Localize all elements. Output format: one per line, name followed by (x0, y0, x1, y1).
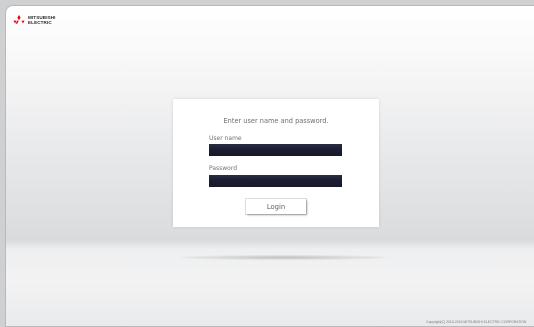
brand-wordmark: MITSUBISHI ELECTRIC (28, 15, 56, 25)
login-instruction: Enter user name and password. (223, 117, 329, 125)
brand-line-2: ELECTRIC (28, 20, 52, 25)
three-diamond-logo-icon (13, 15, 25, 24)
panel-floor-shadow (181, 255, 386, 260)
password-input[interactable] (209, 175, 342, 187)
username-input[interactable] (209, 144, 342, 156)
username-label: User name (209, 135, 242, 142)
brand-logo: MITSUBISHI ELECTRIC (13, 15, 56, 25)
copyright-text: Copyright(C) 2015-2019 MITSUBISHI ELECTR… (426, 320, 527, 324)
login-panel: Enter user name and password. User name … (173, 99, 379, 227)
login-button[interactable]: Login (246, 199, 306, 214)
password-label: Password (209, 165, 238, 172)
browser-viewport: MITSUBISHI ELECTRIC Enter user name and … (5, 5, 534, 327)
